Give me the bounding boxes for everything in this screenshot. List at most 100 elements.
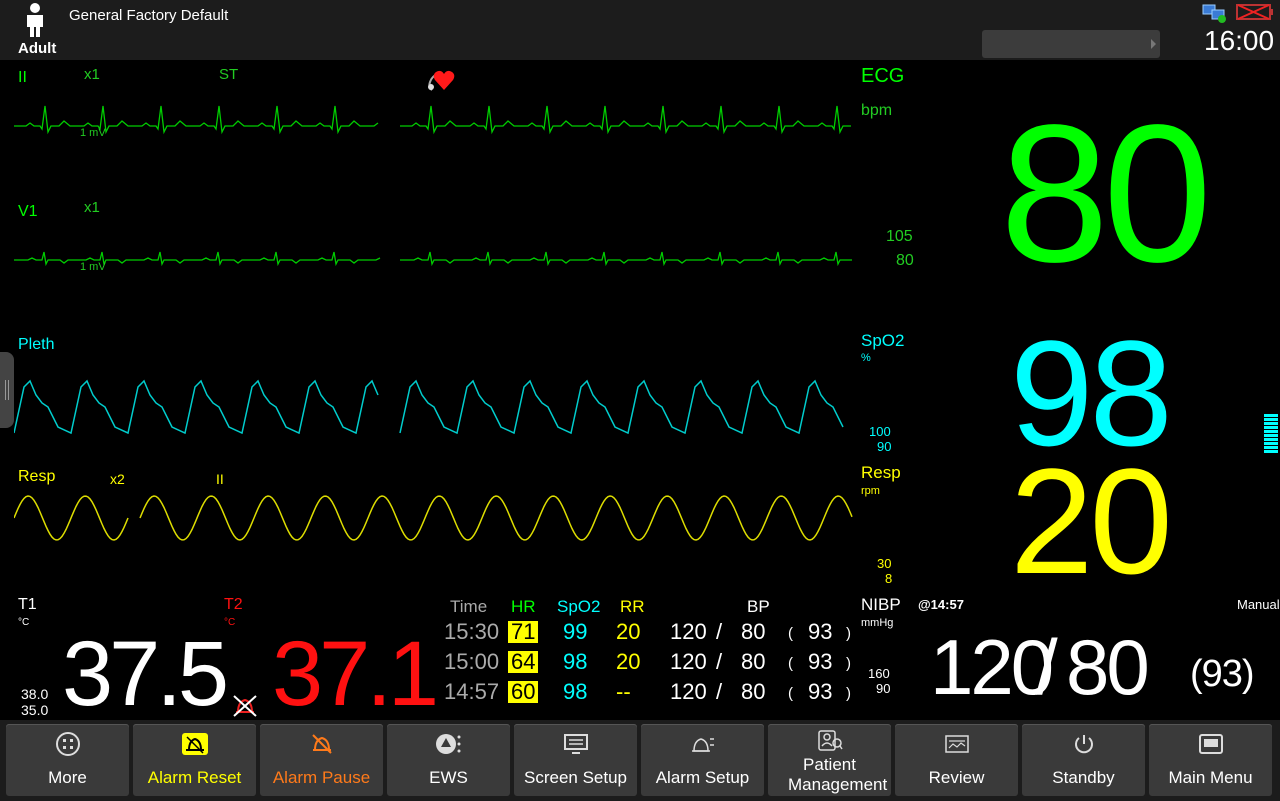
review-button[interactable]: Review (895, 724, 1018, 796)
screen-setup-button[interactable]: Screen Setup (514, 724, 637, 796)
pleth-waveform (14, 379, 844, 435)
alarm-setup-button[interactable]: Alarm Setup (641, 724, 764, 796)
ecg-lead-v1-waveform (14, 251, 852, 267)
alarm-pause-button[interactable]: Alarm Pause (260, 724, 383, 796)
side-drawer-handle[interactable] (0, 352, 14, 428)
standby-button[interactable]: Standby (1022, 724, 1145, 796)
heart-beat-icon (424, 64, 458, 92)
trend-cell-map-open: ( (788, 685, 793, 702)
trend-cell-map-close: ) (846, 685, 851, 702)
trend-cell-spo2: 99 (563, 619, 588, 644)
hr-value[interactable]: 80 (1000, 96, 1212, 292)
nibp-label[interactable]: NIBP (861, 596, 901, 613)
st-label[interactable]: ST (219, 67, 238, 82)
alarm-reset-icon (133, 730, 256, 758)
resp-lead[interactable]: II (216, 472, 224, 486)
resp-gain[interactable]: x2 (110, 472, 125, 486)
nibp-mean[interactable]: (93) (1190, 655, 1255, 693)
trend-cell-map-open: ( (788, 625, 793, 642)
t2-unit: °C (224, 617, 236, 628)
config-name[interactable]: General Factory Default (69, 8, 228, 23)
ecg-param-label[interactable]: ECG (861, 66, 904, 86)
alarm-pause-button-label: Alarm Pause (272, 768, 371, 787)
alarm-message-area[interactable] (982, 30, 1160, 58)
trend-cell-map: 93 (808, 619, 833, 644)
trend-cell-time: 15:30 (444, 619, 500, 644)
nibp-measure-time: @14:57 (918, 597, 964, 612)
patient-management-button-label: Patient Management (788, 755, 888, 794)
ecg-1mv-label-2: 1 mV (80, 261, 106, 273)
ews-icon (387, 730, 510, 758)
trend-cell-spo2: 98 (563, 679, 588, 704)
trend-cell-map-open: ( (788, 655, 793, 672)
ecg-lead-v1-label[interactable]: V1 (18, 204, 38, 220)
t1-limit-low: 35.0 (21, 702, 49, 718)
nibp-mode[interactable]: Manual (1237, 598, 1280, 611)
battery-missing-icon (1236, 2, 1274, 22)
main-menu-button[interactable]: Main Menu (1149, 724, 1272, 796)
trend-header-hr: HR (511, 597, 536, 616)
trend-cell-dia: 80 (741, 649, 766, 674)
pleth-label[interactable]: Pleth (18, 337, 54, 353)
trend-cell-spo2: 98 (563, 649, 588, 674)
alarm-reset-button-label: Alarm Reset (147, 768, 242, 787)
t2-value[interactable]: 37.1 (272, 628, 439, 720)
main-menu-icon (1149, 730, 1272, 758)
trend-cell-hr: 60 (508, 681, 539, 703)
ecg-lead-1-label[interactable]: II (18, 70, 27, 86)
trend-cell-map: 93 (808, 679, 833, 704)
spo2-limit-low: 90 (877, 439, 892, 454)
t1-limit-high: 38.0 (21, 686, 49, 702)
standby-icon (1022, 730, 1145, 758)
resp-waveform (14, 495, 853, 541)
rr-limit-low: 8 (885, 571, 893, 586)
more-icon (6, 730, 129, 758)
trend-cell-map-close: ) (846, 625, 851, 642)
t2-label[interactable]: T2 (224, 597, 243, 613)
nibp-separator: / (1036, 623, 1058, 711)
spo2-limit-high: 100 (869, 424, 891, 439)
alarm-pause-icon (260, 730, 383, 758)
trend-cell-dia: 80 (741, 679, 766, 704)
trend-cell-rr: -- (616, 679, 631, 704)
ecg-1mv-label: 1 mV (80, 127, 106, 139)
more-button[interactable]: More (6, 724, 129, 796)
alarm-reset-button[interactable]: Alarm Reset (133, 724, 256, 796)
patient-management-button[interactable]: Patient Management (768, 724, 891, 796)
ecg-gain-1[interactable]: x1 (84, 67, 100, 82)
trend-header-bp: BP (747, 597, 770, 616)
standby-button-label: Standby (1052, 768, 1115, 787)
trend-cell-sys: 120 (670, 649, 707, 674)
hr-limit-high: 105 (886, 228, 913, 245)
trend-header-spo2: SpO2 (557, 597, 601, 616)
review-button-label: Review (928, 768, 985, 787)
network-icon (1202, 3, 1228, 23)
resp-param-label[interactable]: Resp (861, 464, 901, 481)
ews-button[interactable]: EWS (387, 724, 510, 796)
trend-cell-sys: 120 (670, 679, 707, 704)
adult-patient-icon[interactable] (22, 2, 48, 38)
nibp-diastolic[interactable]: 80 (1066, 628, 1150, 706)
top-bar: Adult General Factory Default 16:00 (0, 0, 1280, 60)
rr-limit-high: 30 (877, 556, 892, 571)
trend-cell-sep: / (716, 649, 723, 674)
t1-label[interactable]: T1 (18, 597, 37, 613)
trend-cell-sys: 120 (670, 619, 707, 644)
nibp-limit-high: 160 (868, 666, 890, 681)
alarm-setup-button-label: Alarm Setup (655, 768, 750, 787)
alarm-off-icon (232, 694, 258, 718)
nibp-systolic[interactable]: 120 (930, 628, 1054, 706)
patient-type[interactable]: Adult (18, 41, 56, 56)
spo2-unit: % (861, 352, 871, 364)
trend-cell-map: 93 (808, 649, 833, 674)
hr-limit-low: 80 (896, 252, 914, 269)
spo2-param-label[interactable]: SpO2 (861, 332, 904, 349)
trend-cell-time: 15:00 (444, 649, 500, 674)
trend-cell-rr: 20 (616, 649, 641, 674)
t1-value[interactable]: 37.5 (62, 628, 229, 720)
ecg-gain-2[interactable]: x1 (84, 200, 100, 215)
resp-wave-label[interactable]: Resp (18, 469, 55, 485)
t1-unit: °C (18, 617, 30, 628)
rr-value[interactable]: 20 (1010, 446, 1173, 596)
screen-setup-icon (514, 730, 637, 758)
